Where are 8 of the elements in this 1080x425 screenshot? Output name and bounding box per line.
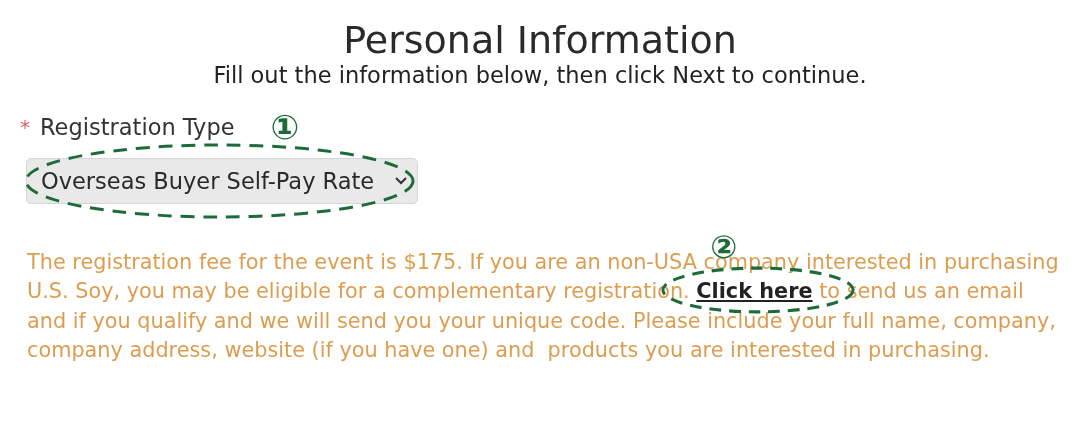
required-mark: * [20, 115, 30, 139]
field-label: Registration Type [40, 114, 235, 140]
annotation-number: ① [270, 110, 300, 144]
registration-type-dropdown[interactable]: Overseas Buyer Self-Pay Rate [26, 158, 418, 204]
chevron-down-icon [395, 177, 407, 185]
click-here-link[interactable]: Click here [696, 278, 813, 305]
page-title: Personal Information [342, 18, 738, 62]
page-subtitle: Fill out the information below, then click Next to continue. [212, 62, 868, 88]
